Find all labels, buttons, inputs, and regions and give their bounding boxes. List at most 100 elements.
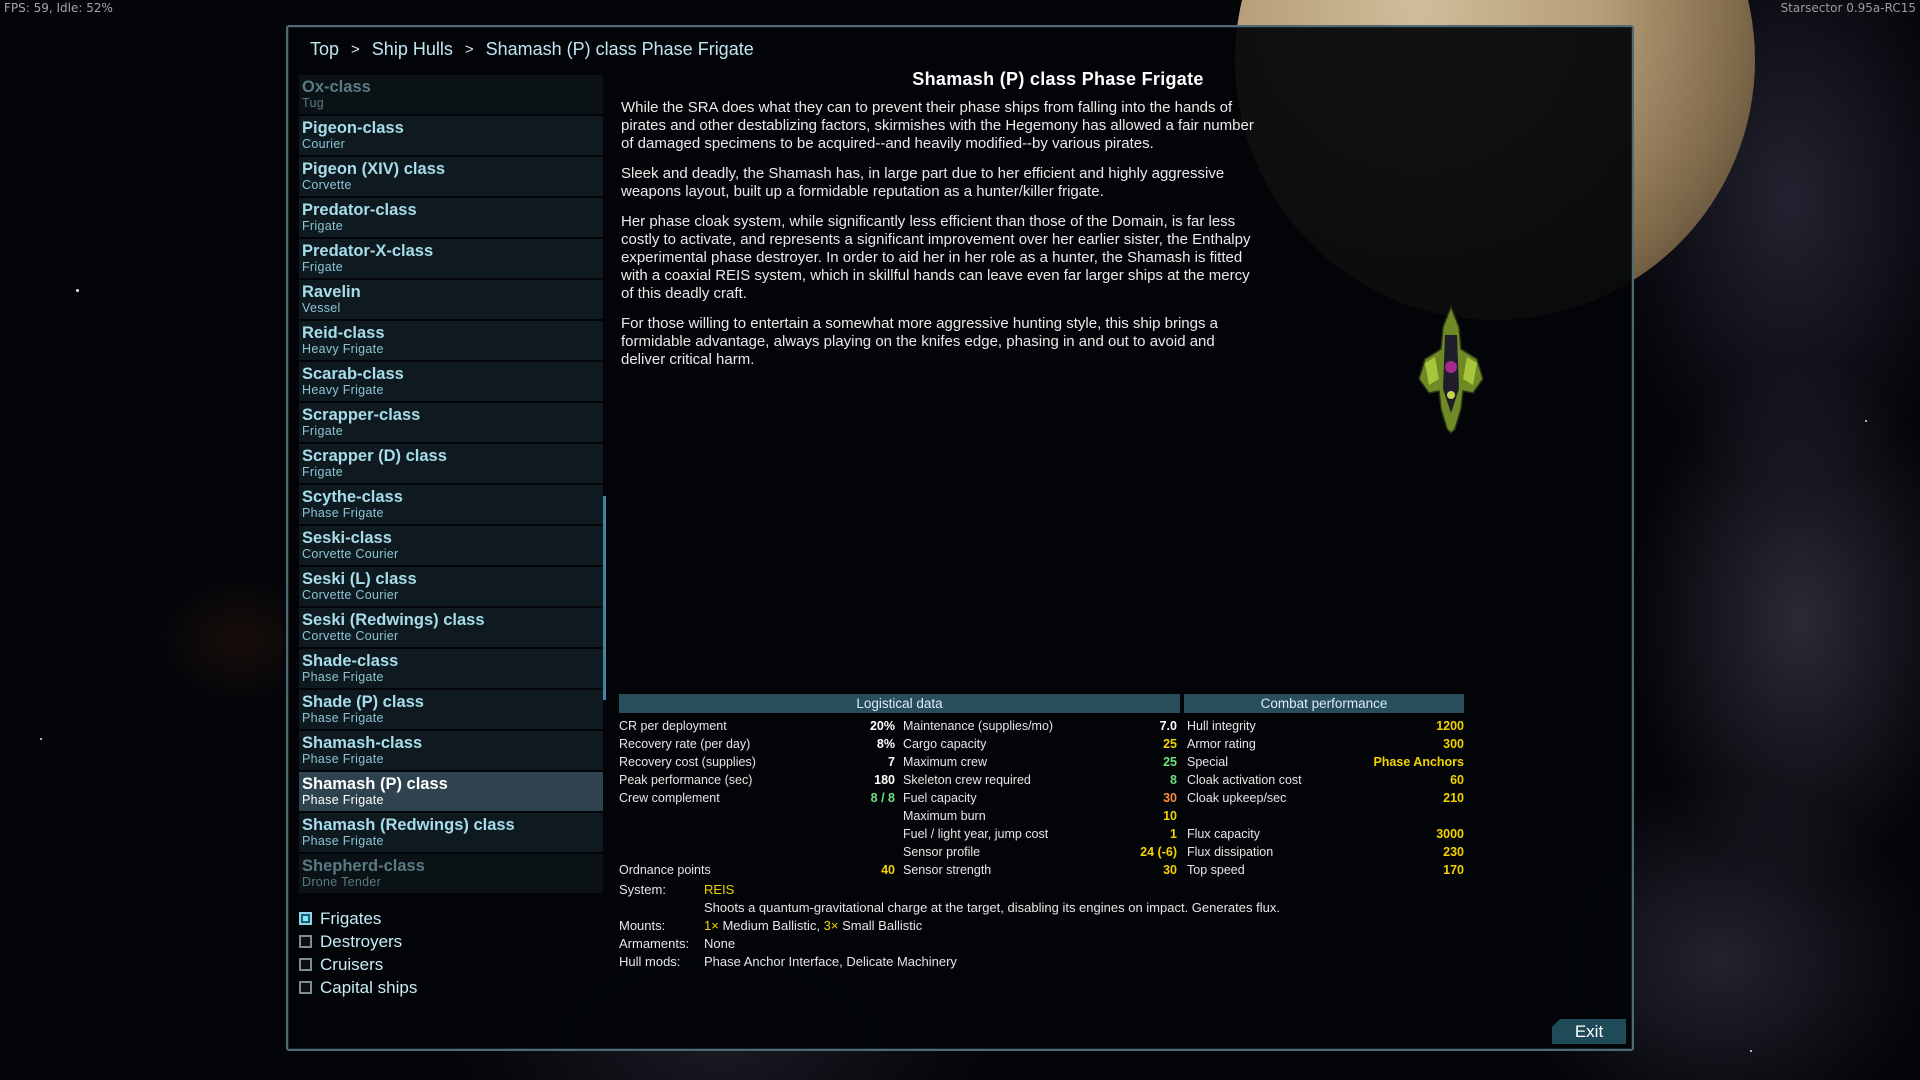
exit-button[interactable]: Exit xyxy=(1552,1019,1626,1044)
stat-label: Maximum burn xyxy=(903,809,986,823)
stat-row: Maximum burn 10 xyxy=(903,807,1177,825)
ship-name: Shamash-class xyxy=(302,734,423,752)
stat-row: Cargo capacity 25 xyxy=(903,735,1177,753)
ordnance-row-container: Ordnance points 40 xyxy=(619,861,895,879)
stat-value: 30 xyxy=(1163,863,1177,877)
stat-value: 40 xyxy=(881,863,895,877)
ship-list-item[interactable]: Shamash (Redwings) class Phase Frigate xyxy=(299,813,603,852)
ship-list-item[interactable]: Predator-X-class Frigate xyxy=(299,239,603,278)
ship-list-item[interactable]: Scythe-class Phase Frigate xyxy=(299,485,603,524)
ship-list-item[interactable]: Scrapper (D) class Frigate xyxy=(299,444,603,483)
filter-destroyers[interactable]: Destroyers xyxy=(299,930,417,953)
logistics-column-1: CR per deployment 20% Recovery rate (per d… xyxy=(619,717,895,807)
filter-label: Cruisers xyxy=(320,954,384,974)
breadcrumb-ship-hulls[interactable]: Ship Hulls xyxy=(372,39,453,60)
ship-list-item[interactable]: Shamash (P) class Phase Frigate xyxy=(299,772,603,811)
breadcrumb-separator: > xyxy=(351,41,360,58)
stat-label: Recovery cost (supplies) xyxy=(619,755,756,769)
stat-row: Flux capacity 3000 xyxy=(1187,825,1464,843)
description-paragraph: Sleek and deadly, the Shamash has, in la… xyxy=(621,165,1225,200)
ship-list-item[interactable]: Ox-class Tug xyxy=(299,75,603,114)
stat-label: Sensor strength xyxy=(903,863,992,877)
ship-list-item[interactable]: Pigeon (XIV) class Corvette xyxy=(299,157,603,196)
stat-row: Recovery cost (supplies) 7 xyxy=(619,753,895,771)
stat-label: Flux capacity xyxy=(1187,827,1260,841)
stat-row: Sensor profile 24 (-6) xyxy=(903,843,1177,861)
stat-row: Flux dissipation 230 xyxy=(1187,843,1464,861)
ship-role: Heavy Frigate xyxy=(302,383,384,397)
checkbox[interactable] xyxy=(299,912,312,925)
stat-value: 170 xyxy=(1443,863,1464,877)
ship-role: Phase Frigate xyxy=(302,506,384,520)
ship-list-item[interactable]: Scrapper-class Frigate xyxy=(299,403,603,442)
filter-capital-ships[interactable]: Capital ships xyxy=(299,976,417,999)
stat-row: Recovery rate (per day) 8% xyxy=(619,735,895,753)
stat-row: Fuel capacity 30 xyxy=(903,789,1177,807)
ship-list-item[interactable]: Seski-class Corvette Courier xyxy=(299,526,603,565)
ship-name: Predator-X-class xyxy=(302,242,434,260)
stat-row: Fuel / light year, jump cost 1 xyxy=(903,825,1177,843)
filter-label: Destroyers xyxy=(320,931,403,951)
stat-row: Maintenance (supplies/mo) 7.0 xyxy=(903,717,1177,735)
stat-value: 24 (-6) xyxy=(1140,845,1177,859)
stat-label: Hull integrity xyxy=(1187,719,1256,733)
ship-list-item[interactable]: Shamash-class Phase Frigate xyxy=(299,731,603,770)
combat-column: Hull integrity 1200 Armor rating 300 Special… xyxy=(1187,717,1464,879)
ship-list-item[interactable]: Pigeon-class Courier xyxy=(299,116,603,155)
stat-row: Special Phase Anchors xyxy=(1187,753,1464,771)
stat-value: 210 xyxy=(1443,791,1464,805)
ship-name: Reid-class xyxy=(302,324,385,342)
system-label: System: xyxy=(619,882,666,897)
ship-name: Scrapper-class xyxy=(302,406,421,424)
ship-role: Phase Frigate xyxy=(302,752,384,766)
stat-row: Peak performance (sec) 180 xyxy=(619,771,895,789)
filter-frigates[interactable]: Frigates xyxy=(299,907,417,930)
ship-list-item[interactable]: Seski (Redwings) class Corvette Courier xyxy=(299,608,603,647)
ship-name: Seski-class xyxy=(302,529,392,547)
ship-list-item[interactable]: Shepherd-class Drone Tender xyxy=(299,854,603,893)
mount-type: Medium Ballistic, xyxy=(722,918,820,933)
ship-role: Phase Frigate xyxy=(302,834,384,848)
stat-label: Cloak upkeep/sec xyxy=(1187,791,1287,805)
stat-label: Special xyxy=(1187,755,1228,769)
stat-label: Crew complement xyxy=(619,791,720,805)
stat-value: 7 xyxy=(888,755,895,769)
stat-value: 3000 xyxy=(1436,827,1464,841)
stat-label: Top speed xyxy=(1187,863,1245,877)
checkbox[interactable] xyxy=(299,981,312,994)
checkbox[interactable] xyxy=(299,958,312,971)
ship-list-item[interactable]: Scarab-class Heavy Frigate xyxy=(299,362,603,401)
hull-size-filters: Frigates Destroyers Cruisers Capital ships xyxy=(299,907,417,999)
ship-role: Corvette Courier xyxy=(302,629,399,643)
stat-row: Hull integrity 1200 xyxy=(1187,717,1464,735)
description-paragraph: Her phase cloak system, while significan… xyxy=(621,213,1251,302)
ship-list-item[interactable]: Shade (P) class Phase Frigate xyxy=(299,690,603,729)
ship-list-item[interactable]: Shade-class Phase Frigate xyxy=(299,649,603,688)
filter-cruisers[interactable]: Cruisers xyxy=(299,953,417,976)
ship-name: Shepherd-class xyxy=(302,857,425,875)
system-name: REIS xyxy=(704,882,735,897)
breadcrumb: Top > Ship Hulls > Shamash (P) class Pha… xyxy=(310,39,754,60)
breadcrumb-current[interactable]: Shamash (P) class Phase Frigate xyxy=(486,39,754,60)
breadcrumb-top[interactable]: Top xyxy=(310,39,339,60)
logistical-data-header: Logistical data xyxy=(619,694,1180,713)
list-scrollbar[interactable] xyxy=(603,496,606,700)
stat-label: Cargo capacity xyxy=(903,737,987,751)
checkbox[interactable] xyxy=(299,935,312,948)
logistics-column-2: Maintenance (supplies/mo) 7.0 Cargo capaci… xyxy=(903,717,1177,879)
stat-row: Ordnance points 40 xyxy=(619,861,895,879)
ship-list-item[interactable]: Predator-class Frigate xyxy=(299,198,603,237)
stat-label: CR per deployment xyxy=(619,719,727,733)
ship-role: Vessel xyxy=(302,301,341,315)
mounts-value: 1× Medium Ballistic, 3× Small Ballistic xyxy=(704,917,1419,935)
ship-name: Shade-class xyxy=(302,652,399,670)
ship-name: Shamash (P) class xyxy=(302,775,448,793)
ship-list-item[interactable]: Reid-class Heavy Frigate xyxy=(299,321,603,360)
ship-list-item[interactable]: Ravelin Vessel xyxy=(299,280,603,319)
ship-name: Scrapper (D) class xyxy=(302,447,447,465)
stat-value: 1200 xyxy=(1436,719,1464,733)
stat-value: 10 xyxy=(1163,809,1177,823)
stat-value: 180 xyxy=(874,773,895,787)
codex-window: Top > Ship Hulls > Shamash (P) class Pha… xyxy=(286,25,1634,1051)
ship-list-item[interactable]: Seski (L) class Corvette Courier xyxy=(299,567,603,606)
